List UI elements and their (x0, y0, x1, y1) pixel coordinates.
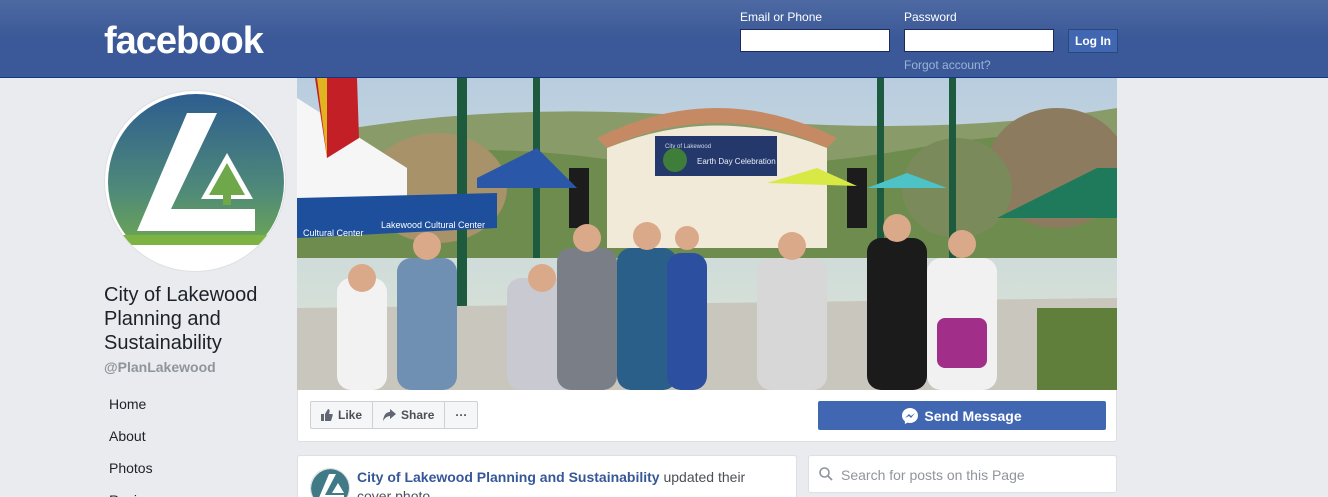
more-options-button[interactable]: ··· (445, 402, 477, 428)
email-label: Email or Phone (740, 10, 823, 24)
post-avatar[interactable] (310, 468, 350, 497)
page-post-search (808, 455, 1117, 493)
lakewood-logo-icon (105, 94, 285, 271)
post-author-link[interactable]: City of Lakewood Planning and Sustainabi… (357, 469, 660, 485)
send-message-label: Send Message (924, 407, 1022, 424)
tent-text-left: Cultural Center (303, 228, 364, 238)
post-card: City of Lakewood Planning and Sustainabi… (297, 455, 797, 497)
page-title: City of Lakewood Planning and Sustainabi… (104, 284, 258, 354)
search-icon (819, 467, 833, 481)
search-input[interactable] (841, 463, 1106, 487)
sidebar-item-reviews[interactable]: Reviews (104, 484, 284, 497)
forgot-account-link[interactable]: Forgot account? (904, 58, 991, 72)
like-label: Like (338, 408, 363, 422)
facebook-logo[interactable]: facebook (104, 20, 264, 63)
sidebar-item-home[interactable]: Home (104, 388, 284, 420)
like-share-group: Like Share ··· (310, 401, 479, 429)
share-button[interactable]: Share (373, 402, 446, 428)
share-arrow-icon (383, 409, 397, 421)
like-button[interactable]: Like (311, 402, 374, 428)
banner-text: Earth Day Celebration (697, 157, 776, 166)
password-label: Password (904, 10, 957, 24)
lakewood-avatar-icon (311, 469, 349, 497)
password-field[interactable] (904, 29, 1054, 52)
earth-day-festival-image: City of Lakewood Earth Day Celebration C… (297, 78, 1117, 390)
sidebar-item-photos[interactable]: Photos (104, 452, 284, 484)
messenger-icon (902, 407, 919, 424)
top-navigation-bar: facebook Email or Phone Password Log In … (0, 0, 1328, 78)
post-headline: City of Lakewood Planning and Sustainabi… (357, 468, 777, 497)
sidebar-item-about[interactable]: About (104, 420, 284, 452)
page-action-bar: Like Share ··· Send Message (297, 390, 1117, 442)
more-options-icon: ··· (455, 408, 468, 422)
login-button[interactable]: Log In (1068, 29, 1118, 53)
cover-photo[interactable]: City of Lakewood Earth Day Celebration C… (297, 78, 1117, 390)
thumbs-up-icon (321, 409, 333, 421)
send-message-button[interactable]: Send Message (818, 401, 1106, 430)
page-handle[interactable]: @PlanLakewood (104, 359, 216, 375)
page-side-navigation: Home About Photos Reviews (104, 388, 284, 497)
tent-text-right: Lakewood Cultural Center (381, 220, 485, 230)
share-label: Share (401, 408, 435, 422)
profile-picture[interactable] (104, 90, 286, 272)
email-field[interactable] (740, 29, 890, 52)
